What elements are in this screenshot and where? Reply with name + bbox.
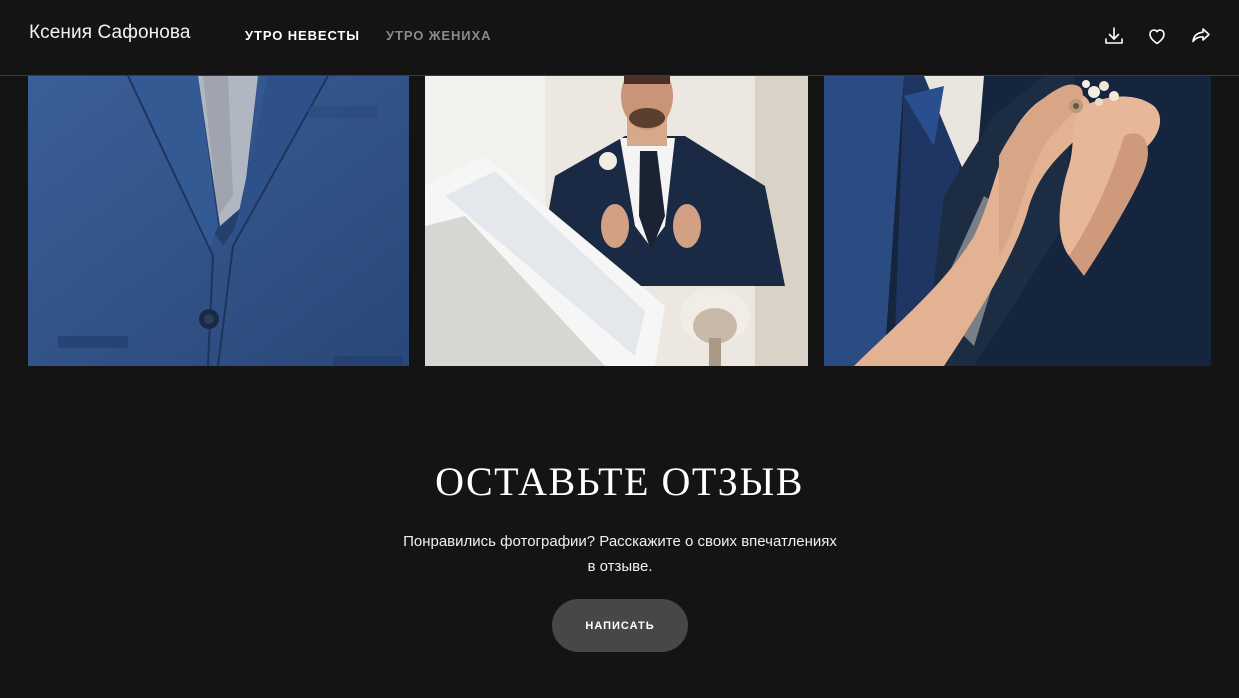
- photographer-name[interactable]: Ксения Сафонова: [29, 22, 191, 44]
- review-description-line-1: Понравились фотографии? Расскажите о сво…: [403, 533, 837, 550]
- tab-bride-morning[interactable]: УТРО НЕВЕСТЫ: [245, 28, 360, 43]
- download-icon[interactable]: [1102, 24, 1126, 48]
- review-description-line-2: в отзыве.: [587, 558, 653, 575]
- heart-icon[interactable]: [1145, 24, 1169, 48]
- share-icon[interactable]: [1189, 24, 1213, 48]
- gallery-photo-boutonniere[interactable]: [824, 76, 1211, 366]
- top-bar: Ксения Сафонова УТРО НЕВЕСТЫ УТРО ЖЕНИХА: [0, 0, 1239, 76]
- gallery-photo-suit[interactable]: [28, 76, 409, 366]
- review-heading: ОСТАВЬТЕ ОТЗЫВ: [435, 459, 804, 504]
- write-review-button[interactable]: НАПИСАТЬ: [552, 599, 688, 652]
- gallery-photo-groom-mirror[interactable]: [425, 76, 808, 366]
- tab-groom-morning[interactable]: УТРО ЖЕНИХА: [386, 28, 491, 43]
- review-description: Понравились фотографии? Расскажите о сво…: [370, 529, 870, 579]
